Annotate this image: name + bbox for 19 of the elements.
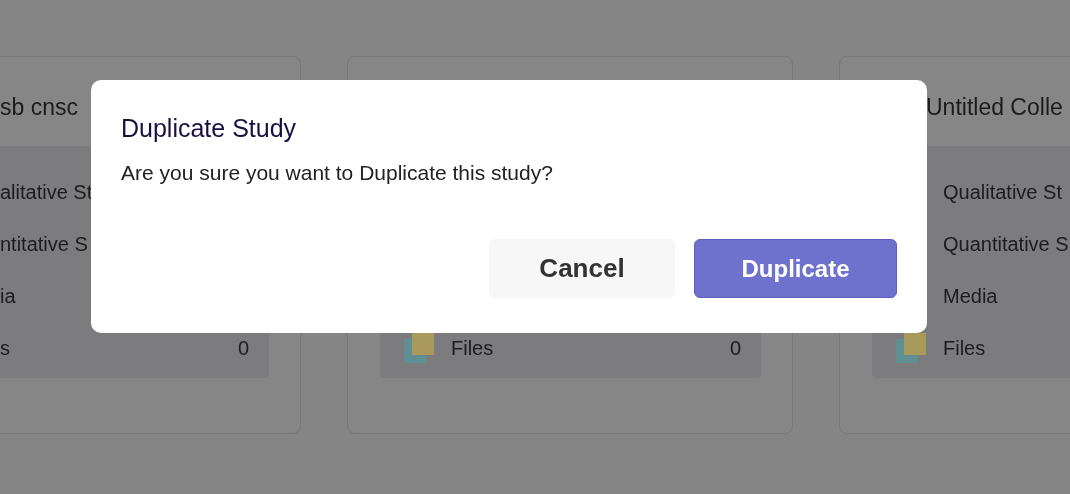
cancel-button[interactable]: Cancel bbox=[489, 239, 675, 298]
row-label: Qualitative St bbox=[943, 180, 1062, 203]
row-label: Files bbox=[451, 336, 494, 359]
row-label: Files bbox=[943, 336, 986, 359]
dialog-title: Duplicate Study bbox=[121, 113, 298, 144]
row-label: ia bbox=[0, 284, 16, 307]
row-count: 0 bbox=[237, 336, 249, 360]
row-label: ntitative S bbox=[0, 232, 88, 255]
dialog-message: Are you sure you want to Duplicate this study? bbox=[121, 160, 554, 186]
row-label: alitative St bbox=[0, 180, 93, 203]
row-label: Quantitative S bbox=[943, 232, 1069, 255]
card-title: sb cnsc bbox=[0, 94, 78, 120]
card-title: Untitled Colle bbox=[926, 94, 1063, 120]
row-count: 0 bbox=[729, 336, 741, 360]
row-label: s bbox=[0, 336, 10, 359]
files-icon bbox=[896, 333, 926, 363]
duplicate-button[interactable]: Duplicate bbox=[694, 239, 897, 298]
row-label: Media bbox=[943, 284, 998, 307]
files-icon bbox=[404, 333, 434, 363]
